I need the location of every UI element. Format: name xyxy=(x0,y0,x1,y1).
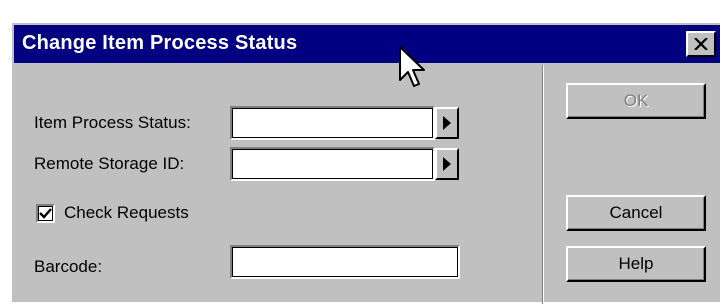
close-button[interactable] xyxy=(686,31,716,57)
arrow-right-icon xyxy=(443,157,451,171)
dialog-title: Change Item Process Status xyxy=(22,32,298,54)
cancel-button[interactable]: Cancel xyxy=(566,195,706,231)
help-button[interactable]: Help xyxy=(566,246,706,282)
item-process-status-input[interactable] xyxy=(230,106,435,140)
item-process-status-label: Item Process Status: xyxy=(34,113,191,132)
check-requests-checkbox[interactable] xyxy=(36,204,55,223)
item-process-status-picker-button[interactable] xyxy=(435,107,459,139)
ok-button[interactable]: OK xyxy=(566,83,706,119)
check-requests-label[interactable]: Check Requests xyxy=(64,203,189,223)
close-icon xyxy=(694,38,708,50)
checkmark-icon xyxy=(39,208,52,219)
vertical-separator xyxy=(542,65,544,304)
remote-storage-id-label: Remote Storage ID: xyxy=(34,154,185,173)
mouse-pointer-icon xyxy=(399,46,425,87)
remote-storage-id-picker-button[interactable] xyxy=(435,148,459,180)
arrow-right-icon xyxy=(443,116,451,130)
change-item-process-status-dialog: Change Item Process Status Item Process … xyxy=(10,21,720,304)
title-bar[interactable]: Change Item Process Status xyxy=(14,25,720,63)
barcode-label: Barcode: xyxy=(34,257,103,276)
barcode-input[interactable] xyxy=(230,245,460,279)
remote-storage-id-input[interactable] xyxy=(230,147,435,181)
